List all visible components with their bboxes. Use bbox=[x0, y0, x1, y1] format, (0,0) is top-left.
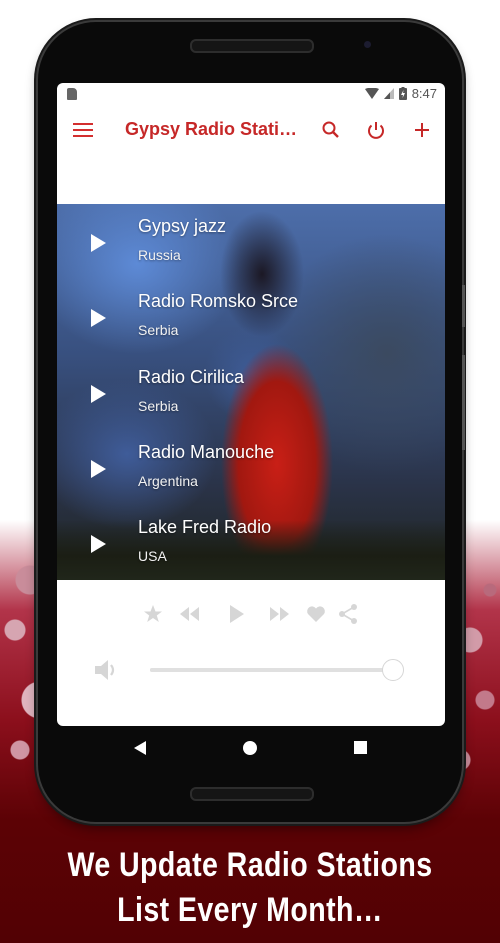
station-name: Radio Manouche bbox=[138, 442, 275, 462]
volume-slider-thumb[interactable] bbox=[382, 659, 404, 681]
play-icon[interactable] bbox=[91, 385, 106, 403]
share-icon[interactable] bbox=[335, 601, 361, 627]
signal-icon bbox=[383, 88, 394, 99]
app-screen: 8:47 Gypsy Radio Stati… Gypsy jazz Russi… bbox=[57, 83, 445, 726]
recents-icon[interactable] bbox=[354, 741, 367, 754]
power-icon[interactable] bbox=[363, 117, 389, 143]
fast-forward-icon[interactable] bbox=[266, 601, 292, 627]
station-item[interactable]: Radio Romsko Srce Serbia bbox=[57, 279, 445, 354]
promo-line-1: We Update Radio Stations bbox=[67, 846, 433, 884]
play-icon[interactable] bbox=[223, 601, 249, 627]
clock: 8:47 bbox=[411, 86, 437, 101]
station-list: Gypsy jazz Russia Radio Romsko Srce Serb… bbox=[57, 204, 445, 580]
status-bar: 8:47 bbox=[57, 83, 445, 105]
play-icon[interactable] bbox=[91, 535, 106, 553]
rewind-icon[interactable] bbox=[177, 601, 203, 627]
wifi-icon bbox=[364, 88, 379, 99]
station-country: Serbia bbox=[138, 322, 179, 338]
station-name: Gypsy jazz bbox=[138, 216, 227, 236]
play-icon[interactable] bbox=[91, 460, 106, 478]
favorite-star-icon[interactable] bbox=[140, 601, 166, 627]
home-icon[interactable] bbox=[243, 741, 257, 755]
volume-slider[interactable] bbox=[150, 659, 404, 681]
player-controls bbox=[57, 601, 445, 631]
phone-volume-button bbox=[462, 355, 465, 450]
station-item[interactable]: Radio Manouche Argentina bbox=[57, 430, 445, 505]
play-icon[interactable] bbox=[91, 234, 106, 252]
station-item[interactable]: Lake Fred Radio USA bbox=[57, 505, 445, 580]
heart-icon[interactable] bbox=[303, 601, 329, 627]
app-title: Gypsy Radio Stati… bbox=[125, 119, 298, 139]
play-icon[interactable] bbox=[91, 309, 106, 327]
station-country: Argentina bbox=[138, 473, 198, 489]
station-country: USA bbox=[138, 548, 167, 564]
station-country: Serbia bbox=[138, 398, 179, 414]
station-country: Russia bbox=[138, 247, 181, 263]
station-name: Radio Romsko Srce bbox=[138, 291, 299, 311]
promo-caption: We Update Radio Stations List Every Mont… bbox=[40, 843, 460, 933]
menu-icon[interactable] bbox=[73, 123, 93, 139]
volume-slider-fill bbox=[150, 668, 393, 672]
volume-icon[interactable] bbox=[93, 657, 121, 683]
front-camera bbox=[364, 41, 371, 48]
search-icon[interactable] bbox=[318, 117, 344, 143]
top-speaker bbox=[190, 39, 314, 53]
back-icon[interactable] bbox=[134, 741, 146, 755]
station-item[interactable]: Gypsy jazz Russia bbox=[57, 204, 445, 279]
station-name: Lake Fred Radio bbox=[138, 517, 272, 537]
station-name: Radio Cirilica bbox=[138, 367, 245, 387]
sd-card-icon bbox=[67, 88, 77, 100]
volume-row bbox=[57, 655, 445, 685]
bottom-speaker bbox=[190, 787, 314, 801]
add-icon[interactable] bbox=[409, 117, 435, 143]
station-item[interactable]: Radio Cirilica Serbia bbox=[57, 355, 445, 430]
promo-line-2: List Every Month… bbox=[117, 891, 383, 929]
battery-charging-icon bbox=[398, 87, 407, 100]
phone-side-button bbox=[462, 285, 465, 327]
android-nav-bar bbox=[57, 733, 445, 763]
app-bar: Gypsy Radio Stati… bbox=[57, 105, 445, 157]
